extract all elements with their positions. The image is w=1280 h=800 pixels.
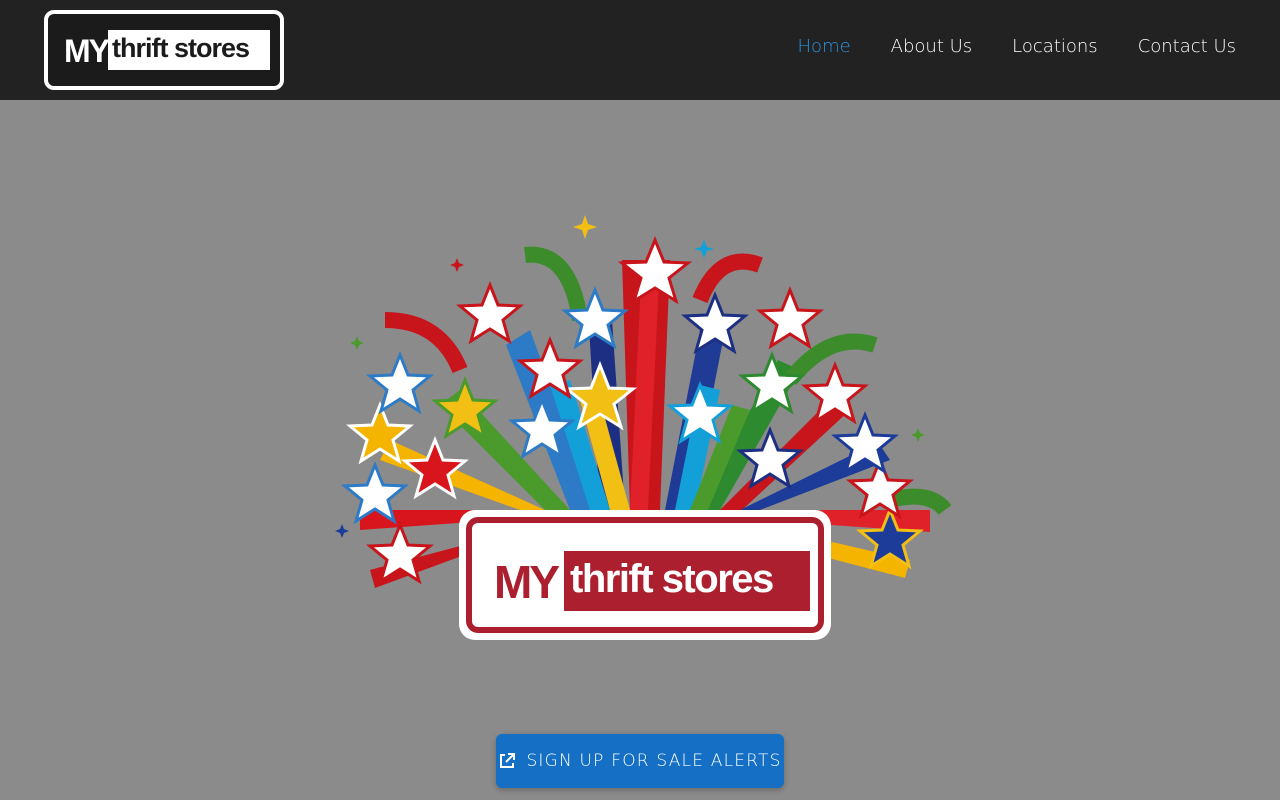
hero-logo-frame: MY thrift stores [466,517,824,633]
hero-logo: MY thrift stores [459,510,831,640]
logo-my-text: MY [64,33,110,69]
cta-label: SIGN UP FOR SALE ALERTS [526,751,782,771]
hero-logo-thrift-text: thrift stores [570,557,774,601]
site-header: MY thrift stores Home About Us Locations… [0,0,1280,100]
hero-logo-thrift-box: thrift stores [564,551,810,611]
sign-up-sale-alerts-button[interactable]: SIGN UP FOR SALE ALERTS [496,734,784,788]
nav-contact-us[interactable]: Contact Us [1138,36,1236,57]
hero-illustration: MY thrift stores [330,210,960,650]
logo-thrift-box: thrift stores [108,30,270,70]
main-nav: Home About Us Locations Contact Us [798,36,1236,57]
external-link-icon [500,753,516,768]
site-logo[interactable]: MY thrift stores [44,10,284,90]
nav-locations[interactable]: Locations [1012,36,1098,57]
logo-thrift-text: thrift stores [112,33,250,63]
nav-about-us[interactable]: About Us [891,36,973,57]
hero-logo-my-text: MY [494,556,560,608]
nav-home[interactable]: Home [798,36,851,57]
